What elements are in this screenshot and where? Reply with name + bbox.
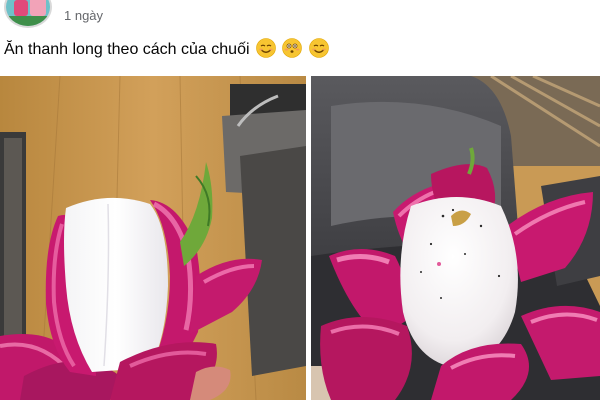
smiling-face-icon [309,38,329,58]
post-text: Ăn thanh long theo cách của chuối [4,38,329,61]
flushed-face-icon [282,38,303,58]
post-photo-2[interactable] [311,76,600,400]
avatar[interactable] [4,0,52,28]
post-header: 1 ngày [0,0,600,34]
post-photo-1[interactable] [0,76,306,400]
photo-grid [0,76,600,400]
smiling-face-icon [256,38,276,58]
post-caption: Ăn thanh long theo cách của chuối [4,41,250,58]
post-timestamp[interactable]: 1 ngày [64,8,103,23]
